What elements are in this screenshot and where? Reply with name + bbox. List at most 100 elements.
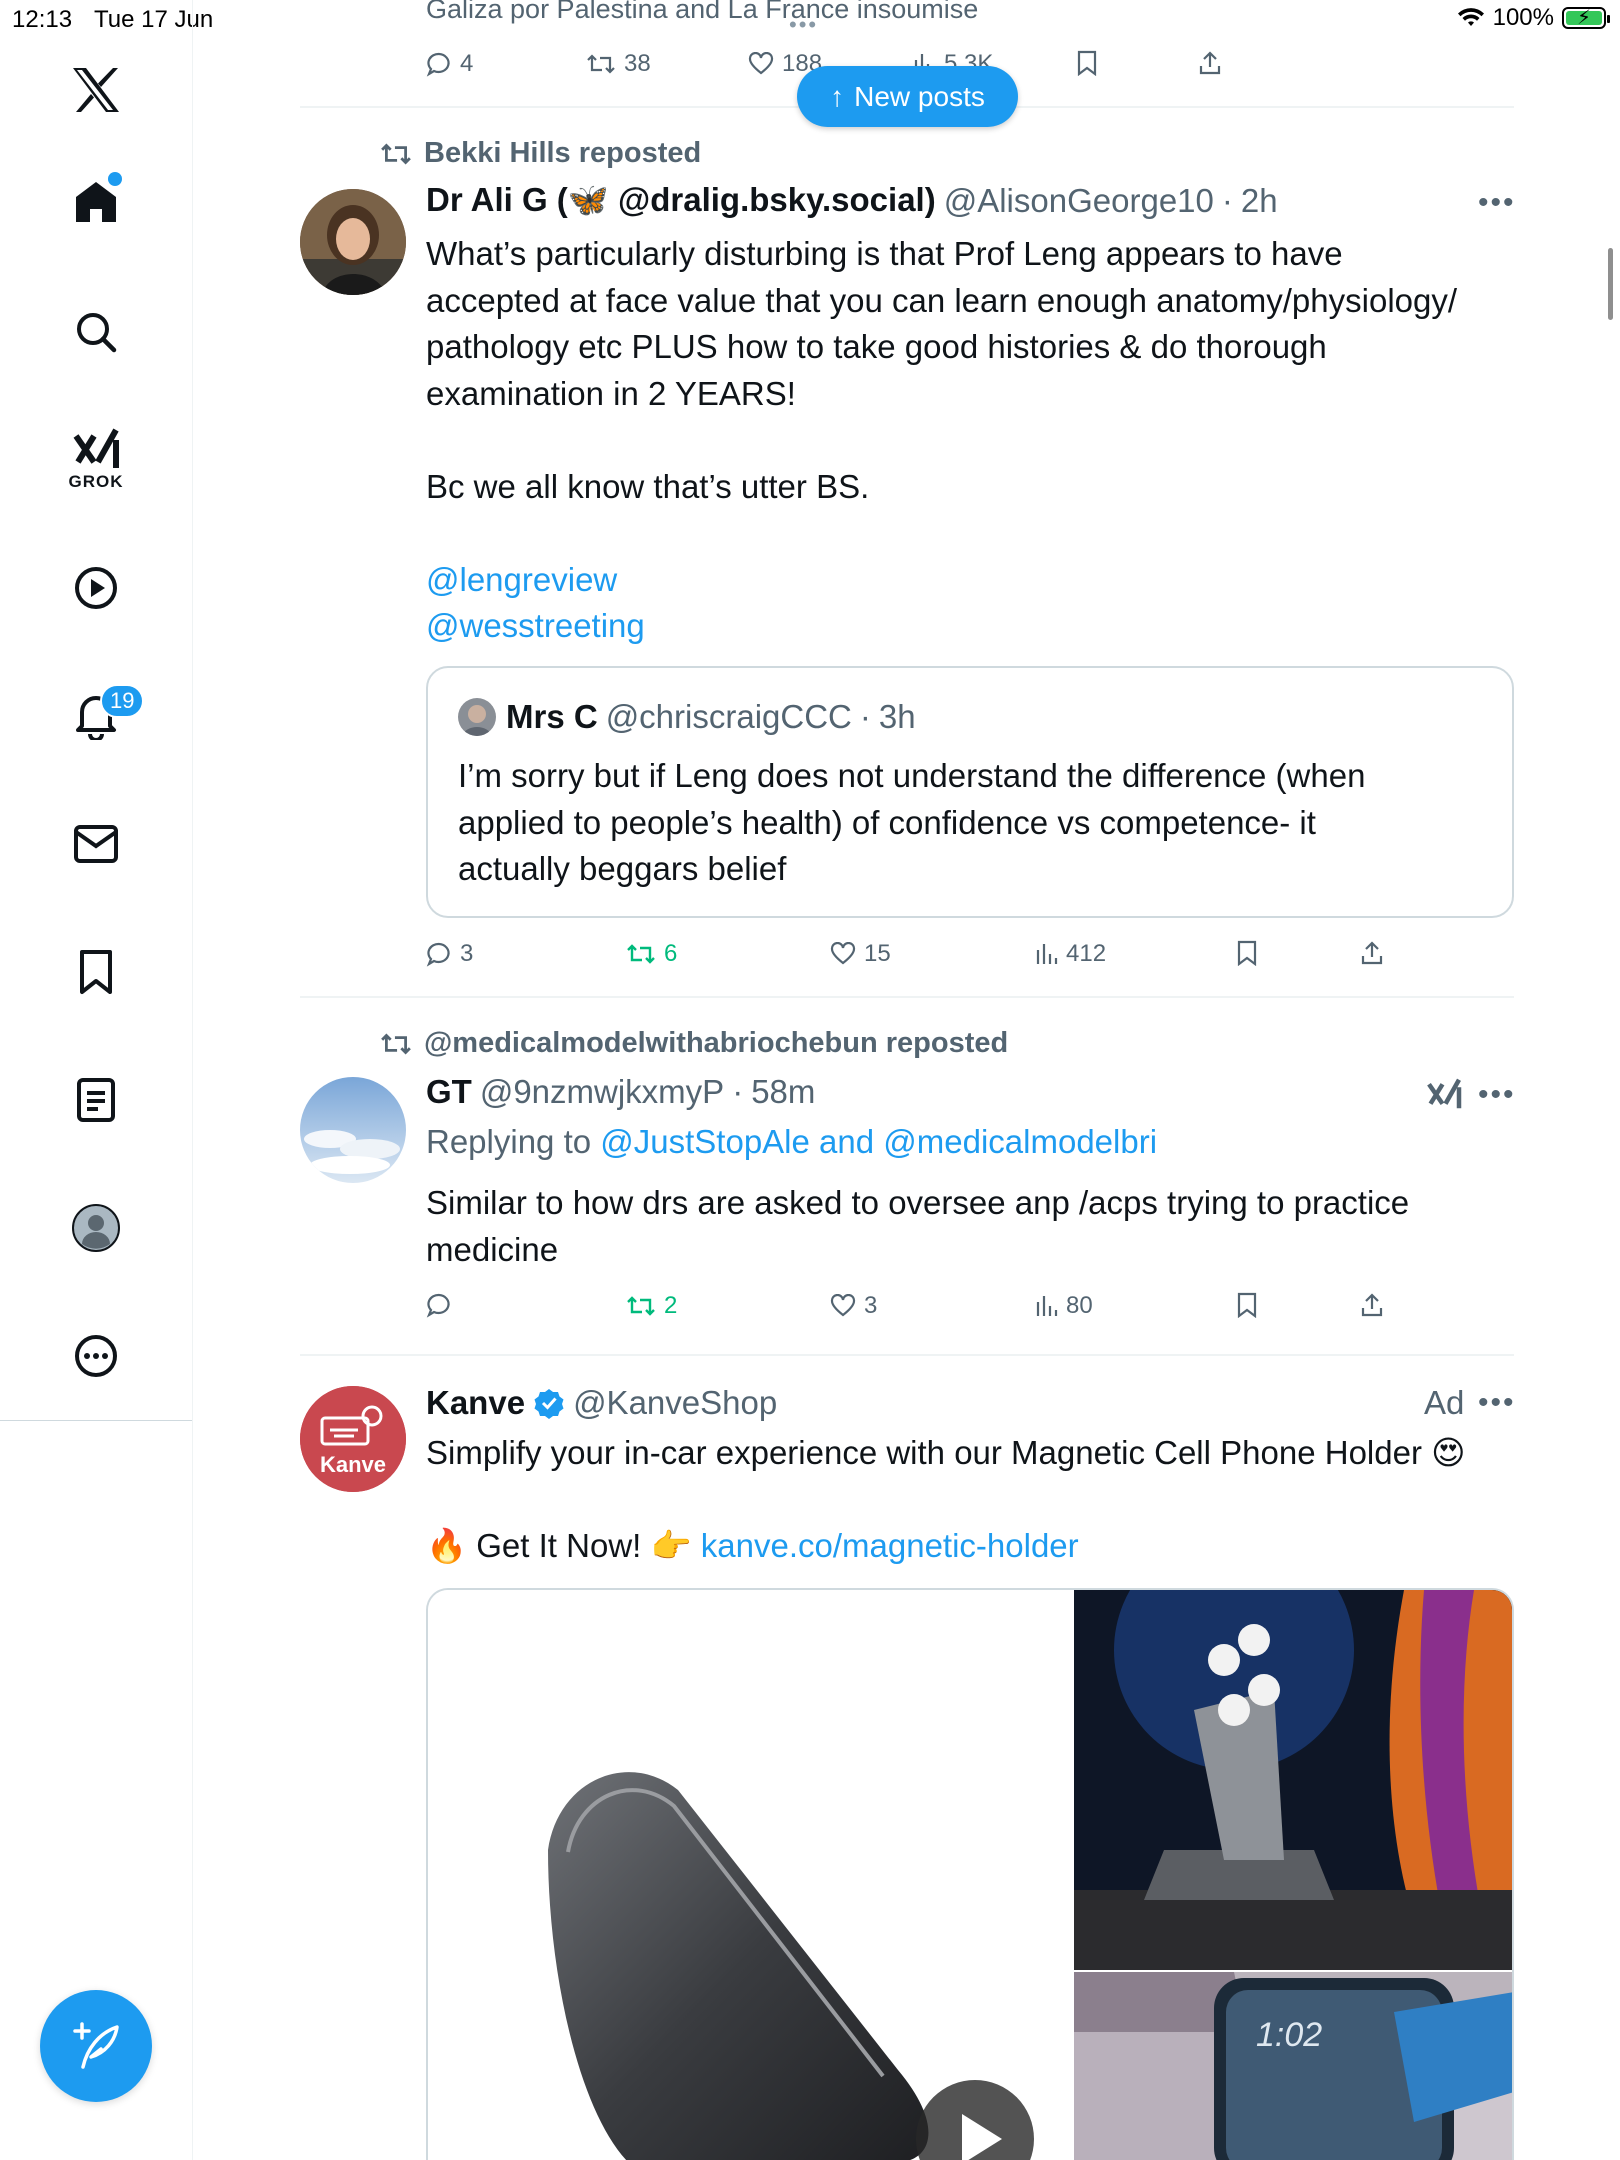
x-logo-icon[interactable] xyxy=(56,50,136,130)
like-button[interactable]: 3 xyxy=(830,1292,877,1320)
reply-button[interactable]: 3 xyxy=(426,940,473,968)
display-name[interactable]: GT xyxy=(426,1073,472,1111)
post-body-line: pathology etc PLUS how to take good hist… xyxy=(426,328,1327,365)
post-time[interactable]: 58m xyxy=(751,1073,815,1111)
post-actions: 3 6 15 412 xyxy=(426,940,1416,980)
views-button[interactable]: 80 xyxy=(1034,1292,1093,1320)
profile-avatar-icon[interactable] xyxy=(56,1188,136,1268)
list-icon[interactable] xyxy=(56,1060,136,1140)
avatar[interactable] xyxy=(300,1077,406,1183)
grok-explain-icon[interactable] xyxy=(1426,1076,1462,1117)
battery-icon: ⚡ xyxy=(1562,7,1610,29)
cta-link[interactable]: kanve.co/magnetic-holder xyxy=(701,1527,1079,1564)
quote-handle: @chriscraigCCC xyxy=(605,698,852,735)
scrollbar[interactable] xyxy=(1608,248,1613,320)
home-icon[interactable] xyxy=(56,162,136,242)
sheet-grabber[interactable]: ••• xyxy=(789,12,818,38)
quote-display-name: Mrs C xyxy=(506,698,598,735)
avatar[interactable]: Kanve xyxy=(300,1386,406,1492)
like-count: 15 xyxy=(864,940,891,967)
views-icon xyxy=(1036,944,1058,964)
share-button[interactable] xyxy=(1198,50,1222,76)
handle[interactable]: @AlisonGeorge10 xyxy=(944,182,1214,220)
repost-button[interactable]: 6 xyxy=(626,940,677,968)
share-icon xyxy=(1361,941,1383,965)
repost-indicator[interactable]: Bekki Hills reposted xyxy=(380,137,701,170)
heart-icon xyxy=(830,942,856,965)
bookmark-button[interactable] xyxy=(1236,1292,1258,1318)
more-options-icon[interactable]: ••• xyxy=(1478,186,1516,220)
display-name[interactable]: Kanve xyxy=(426,1384,525,1422)
reply-count: 3 xyxy=(460,940,474,967)
post-body-line: Similar to how drs are asked to oversee … xyxy=(426,1184,1410,1221)
views-button[interactable]: 412 xyxy=(1034,940,1106,968)
post-body: Similar to how drs are asked to oversee … xyxy=(426,1180,1506,1273)
bookmark-icon xyxy=(1237,940,1257,966)
new-posts-button[interactable]: ↑ New posts xyxy=(797,66,1018,127)
repost-icon xyxy=(587,54,615,74)
compose-icon xyxy=(73,2022,119,2069)
arrow-up-icon: ↑ xyxy=(830,80,845,112)
like-count: 3 xyxy=(864,1292,878,1319)
play-circle-icon[interactable] xyxy=(56,548,136,628)
ad-media[interactable]: 1:02 xyxy=(426,1588,1514,2160)
grok-icon[interactable]: GROK xyxy=(56,420,136,500)
post-time[interactable]: 2h xyxy=(1241,182,1278,220)
repost-icon xyxy=(627,1296,655,1316)
views-count: 412 xyxy=(1066,940,1107,967)
repost-count: 6 xyxy=(664,940,678,967)
more-options-icon[interactable]: ••• xyxy=(1478,1386,1516,1420)
bell-icon[interactable]: 19 xyxy=(56,676,145,756)
post-body-line: accepted at face value that you can lear… xyxy=(426,281,1458,319)
quote-body-line: applied to people’s health) of confidenc… xyxy=(458,803,1316,841)
wifi-icon xyxy=(1457,8,1484,26)
more-circle-icon[interactable] xyxy=(56,1316,136,1396)
post-divider xyxy=(300,1354,1514,1356)
bookmark-icon xyxy=(1077,50,1097,76)
post-actions: 2 3 80 xyxy=(426,1292,1416,1332)
notifications-badge: 19 xyxy=(100,684,145,718)
post-header: GT @9nzmwjkxmyP · 58m xyxy=(426,1073,816,1111)
reply-button[interactable] xyxy=(426,1292,460,1318)
repost-count: 38 xyxy=(624,50,651,77)
repost-icon xyxy=(381,1033,411,1054)
pointing-hand-emoji: 👉 xyxy=(650,1527,692,1564)
share-button[interactable] xyxy=(1360,940,1384,966)
more-options-icon[interactable]: ••• xyxy=(1478,1078,1516,1112)
share-button[interactable] xyxy=(1360,1292,1384,1318)
avatar[interactable] xyxy=(300,189,406,295)
quote-body: I’m sorry but if Leng does not understan… xyxy=(458,753,1498,893)
search-icon[interactable] xyxy=(56,292,136,372)
compose-button[interactable] xyxy=(40,1990,152,2102)
bookmark-button[interactable] xyxy=(1076,50,1098,76)
media-image-magnets[interactable] xyxy=(1074,1590,1512,1970)
mail-icon[interactable] xyxy=(56,804,136,884)
bookmark-button[interactable] xyxy=(1236,940,1258,966)
media-image-dashboard[interactable]: 1:02 xyxy=(1074,1972,1512,2160)
post-body-line: What’s particularly disturbing is that P… xyxy=(426,235,1343,272)
display-name[interactable]: Dr Ali G (🦋 @dralig.bsky.social) xyxy=(426,181,936,220)
quoted-post[interactable]: Mrs C @chriscraigCCC · 3h I’m sorry but … xyxy=(426,666,1514,918)
handle[interactable]: @9nzmwjkxmyP xyxy=(480,1073,724,1111)
post-body-line: medicine xyxy=(426,1230,559,1268)
play-button[interactable] xyxy=(916,2080,1034,2160)
handle[interactable]: @KanveShop xyxy=(573,1384,777,1422)
bookmark-icon[interactable] xyxy=(56,932,136,1012)
reply-button[interactable]: 4 xyxy=(426,50,473,78)
repost-button[interactable]: 2 xyxy=(626,1292,677,1320)
like-button[interactable]: 15 xyxy=(830,940,891,968)
repost-button[interactable]: 38 xyxy=(586,50,651,78)
previous-post-fragment: Galiza por Palestina and La France insou… xyxy=(426,0,979,24)
repost-indicator[interactable]: @medicalmodelwithabriochebun reposted xyxy=(380,1027,1008,1060)
replying-to-link[interactable]: @JustStopAle and @medicalmodelbri xyxy=(600,1123,1157,1160)
quote-body-line: actually beggars belief xyxy=(458,850,787,887)
quote-body-line: I’m sorry but if Leng does not understan… xyxy=(458,757,1366,794)
avatar-label: Kanve xyxy=(319,1452,387,1477)
media-image-holder[interactable] xyxy=(428,1590,1074,2160)
repost-icon xyxy=(627,944,655,964)
mention-link[interactable]: @wesstreeting xyxy=(426,603,1506,650)
sidebar: GROK 19 xyxy=(0,0,193,2160)
mention-link[interactable]: @lengreview xyxy=(426,557,1506,604)
views-count: 80 xyxy=(1066,1292,1093,1319)
media-clock: 1:02 xyxy=(1256,2016,1323,2054)
